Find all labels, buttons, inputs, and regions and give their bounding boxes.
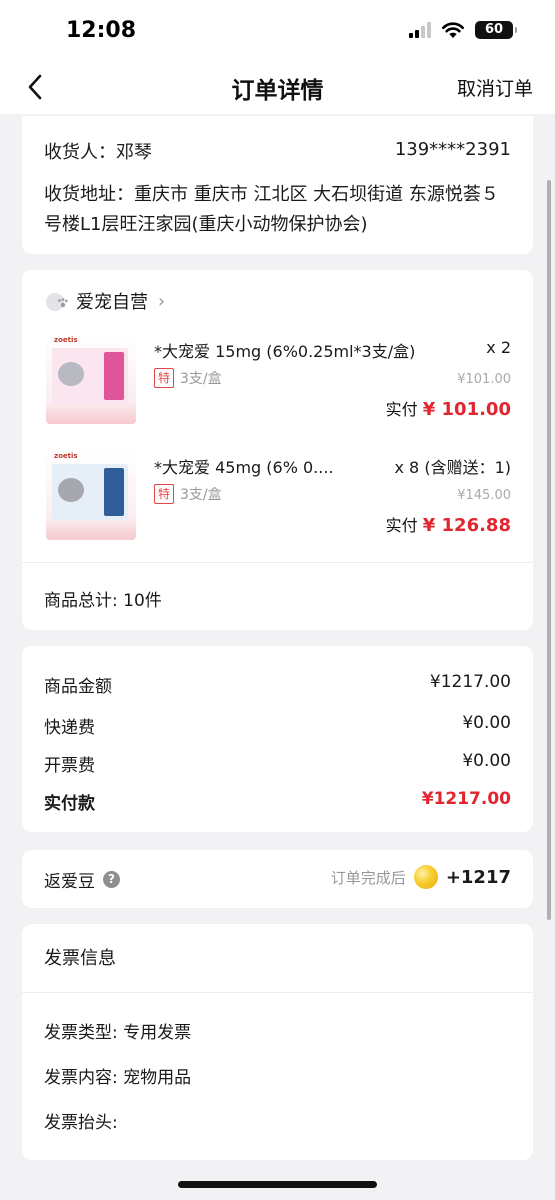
product-package: zoetis (52, 336, 128, 404)
shipping-label: 快递费 (44, 718, 95, 738)
item-qty: x 2 (486, 338, 511, 357)
shipping-value: ¥0.00 (462, 713, 511, 733)
nav-bar: 订单详情 取消订单 (0, 62, 555, 114)
order-item[interactable]: zoetis *大宠爱 45mg (6% 0.... x 8 (含赠送：1) 特… (22, 450, 533, 550)
item-title: *大宠爱 15mg (6%0.25ml*3支/盒) (154, 342, 416, 361)
status-icons: 60 (409, 21, 517, 39)
cancel-order-button[interactable]: 取消订单 (457, 74, 533, 101)
item-title: *大宠爱 45mg (6% 0.... (154, 458, 334, 477)
address-card: 收货人：邓琴 139****2391 收货地址：重庆市 重庆市 江北区 大石坝街… (22, 116, 533, 254)
goods-amount-row: 商品金额 ¥1217.00 (44, 672, 511, 697)
invoice-title: 发票信息 (44, 948, 116, 969)
divider (22, 992, 533, 993)
store-pet-icon (46, 293, 68, 311)
product-package: zoetis (52, 452, 128, 520)
special-tag: 特 (154, 368, 174, 388)
home-indicator[interactable] (178, 1181, 377, 1188)
beans-label: 返爱豆 (44, 872, 95, 892)
status-bar: 12:08 60 (0, 0, 555, 62)
wifi-icon (442, 22, 464, 38)
paid-amount-row: 实付款 ¥1217.00 (44, 789, 511, 814)
beans-count: +1217 (445, 866, 511, 888)
goods-amount-value: ¥1217.00 (429, 672, 511, 692)
cellular-signal-icon (409, 22, 431, 38)
amount-card: 商品金额 ¥1217.00 快递费 ¥0.00 开票费 ¥0.00 实付款 ¥1… (22, 646, 533, 832)
divider (22, 562, 533, 563)
item-spec: 3支/盒 (180, 487, 222, 503)
invoice-card: 发票信息 发票类型: 专用发票 发票内容: 宠物用品 发票抬头: (22, 924, 533, 1160)
item-original-price: ¥101.00 (457, 372, 511, 387)
store-link[interactable]: 爱宠自营 › (44, 288, 165, 314)
item-original-price: ¥145.00 (457, 488, 511, 503)
shipping-row: 快递费 ¥0.00 (44, 713, 511, 738)
invoice-fee-label: 开票费 (44, 756, 95, 776)
recipient-name: 收货人：邓琴 (44, 142, 152, 163)
chevron-right-icon: › (158, 290, 166, 312)
beans-note: 订单完成后 (330, 868, 406, 887)
goods-card: 爱宠自营 › zoetis *大宠爱 15mg (6%0.25ml*3支/盒) … (22, 270, 533, 630)
paid-amount-label: 实付款 (44, 794, 95, 814)
beans-card: 返爱豆 ? 订单完成后 +1217 (22, 850, 533, 908)
invoice-fee-value: ¥0.00 (462, 751, 511, 771)
special-tag: 特 (154, 484, 174, 504)
item-paid-price: ¥ 101.00 (422, 399, 511, 420)
package-stripe (104, 352, 124, 400)
item-paid-label: 实付 (385, 400, 418, 419)
bean-icon (413, 865, 438, 889)
product-image: zoetis (46, 334, 136, 424)
scrollbar[interactable] (547, 180, 551, 920)
brand-logo: zoetis (54, 452, 78, 460)
product-image: zoetis (46, 450, 136, 540)
goods-total: 商品总计: 10件 (44, 591, 162, 611)
status-time: 12:08 (66, 18, 137, 43)
item-spec: 3支/盒 (180, 371, 222, 387)
item-paid-price: ¥ 126.88 (422, 515, 511, 536)
order-item[interactable]: zoetis *大宠爱 15mg (6%0.25ml*3支/盒) x 2 特 3… (22, 334, 533, 434)
invoice-type: 发票类型: 专用发票 (44, 1023, 192, 1043)
invoice-content: 发票内容: 宠物用品 (44, 1068, 192, 1088)
help-icon[interactable]: ? (103, 871, 120, 888)
paid-amount-value: ¥1217.00 (421, 789, 511, 809)
package-stripe (104, 468, 124, 516)
item-qty: x 8 (含赠送：1) (394, 458, 512, 477)
battery-icon: 60 (475, 21, 517, 39)
item-paid-label: 实付 (385, 516, 418, 535)
store-name: 爱宠自营 (76, 292, 148, 313)
brand-logo: zoetis (54, 336, 78, 344)
goods-amount-label: 商品金额 (44, 677, 112, 697)
shipping-address: 收货地址：重庆市 重庆市 江北区 大石坝街道 东源悦荟５号楼L1层旺汪家园(重庆… (44, 184, 499, 235)
invoice-fee-row: 开票费 ¥0.00 (44, 751, 511, 776)
invoice-header: 发票抬头: (44, 1113, 118, 1133)
recipient-phone: 139****2391 (394, 139, 511, 160)
